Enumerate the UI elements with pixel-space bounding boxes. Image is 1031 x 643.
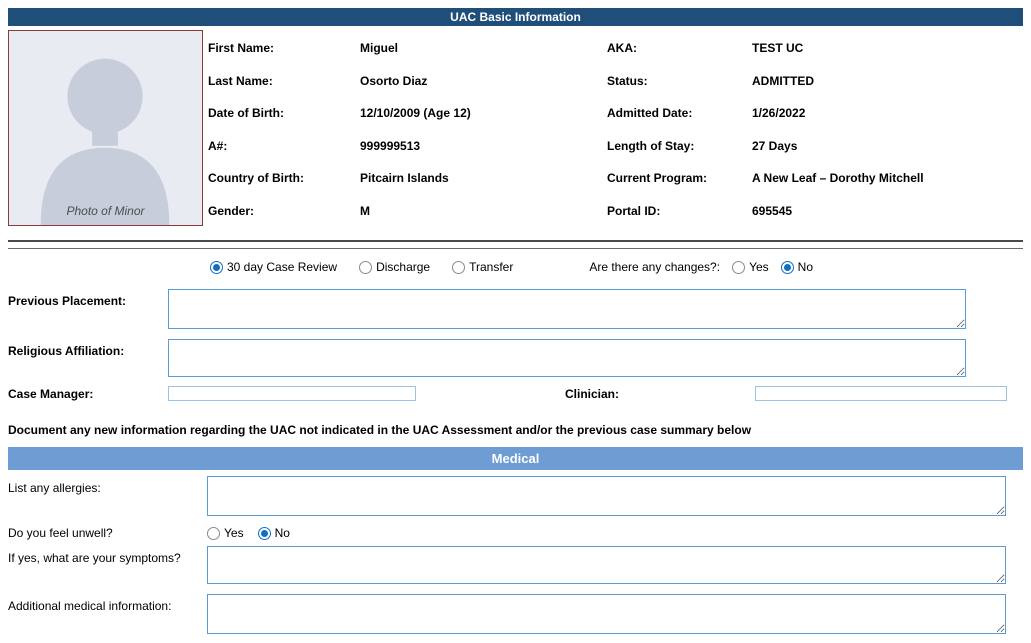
- date-of-birth-label: Date of Birth:: [208, 106, 360, 120]
- aka-label: AKA:: [607, 41, 752, 55]
- allergies-label: List any allergies:: [8, 476, 207, 495]
- gender-label: Gender:: [208, 204, 360, 218]
- field-a-number: A#: 999999513: [208, 130, 607, 163]
- radio-unwell-yes[interactable]: Yes: [207, 526, 244, 540]
- radio-unwell-yes-icon[interactable]: [207, 527, 220, 540]
- basic-info-section: Photo of Minor First Name: Miguel Last N…: [8, 30, 1023, 227]
- changes-question-label: Are there any changes?:: [589, 260, 720, 274]
- field-date-of-birth: Date of Birth: 12/10/2009 (Age 12): [208, 97, 607, 130]
- symptoms-row: If yes, what are your symptoms?: [8, 546, 1023, 584]
- length-of-stay-label: Length of Stay:: [607, 139, 752, 153]
- basic-info-fields: First Name: Miguel Last Name: Osorto Dia…: [203, 30, 1023, 227]
- radio-unwell-no-label: No: [275, 526, 290, 540]
- clinician-label: Clinician:: [565, 387, 755, 401]
- radio-changes-no[interactable]: No: [781, 260, 813, 274]
- symptoms-input[interactable]: [207, 546, 1006, 584]
- radio-changes-no-icon[interactable]: [781, 261, 794, 274]
- admitted-date-value: 1/26/2022: [752, 106, 805, 120]
- country-of-birth-label: Country of Birth:: [208, 171, 360, 185]
- portal-id-label: Portal ID:: [607, 204, 752, 218]
- field-status: Status: ADMITTED: [607, 65, 1023, 98]
- radio-changes-yes[interactable]: Yes: [732, 260, 769, 274]
- religious-affiliation-label: Religious Affiliation:: [8, 339, 168, 358]
- medical-section-header: Medical: [8, 447, 1023, 470]
- radio-transfer-label: Transfer: [469, 260, 513, 274]
- uac-case-review-page: UAC Basic Information Photo of Minor Fir…: [0, 0, 1031, 634]
- aka-value: TEST UC: [752, 41, 803, 55]
- basic-info-left-column: First Name: Miguel Last Name: Osorto Dia…: [208, 32, 607, 227]
- unwell-label: Do you feel unwell?: [8, 526, 207, 540]
- field-aka: AKA: TEST UC: [607, 32, 1023, 65]
- case-manager-input[interactable]: [168, 386, 416, 401]
- changes-question-group: Are there any changes?: Yes No: [589, 260, 813, 274]
- additional-medical-label: Additional medical information:: [8, 594, 207, 613]
- portal-id-value: 695545: [752, 204, 792, 218]
- status-label: Status:: [607, 74, 752, 88]
- minor-photo-placeholder: Photo of Minor: [8, 30, 203, 226]
- field-last-name: Last Name: Osorto Diaz: [208, 65, 607, 98]
- symptoms-label: If yes, what are your symptoms?: [8, 546, 207, 565]
- radio-30-day-case-review-icon[interactable]: [210, 261, 223, 274]
- radio-transfer-icon[interactable]: [452, 261, 465, 274]
- field-gender: Gender: M: [208, 195, 607, 228]
- last-name-label: Last Name:: [208, 74, 360, 88]
- admitted-date-label: Admitted Date:: [607, 106, 752, 120]
- field-portal-id: Portal ID: 695545: [607, 195, 1023, 228]
- photo-caption: Photo of Minor: [9, 204, 202, 218]
- basic-info-header: UAC Basic Information: [8, 8, 1023, 26]
- religious-affiliation-input[interactable]: [168, 339, 966, 377]
- previous-placement-input[interactable]: [168, 289, 966, 329]
- case-manager-clinician-row: Case Manager: Clinician:: [8, 386, 1023, 401]
- previous-placement-label: Previous Placement:: [8, 289, 168, 308]
- radio-discharge-icon[interactable]: [359, 261, 372, 274]
- radio-changes-yes-icon[interactable]: [732, 261, 745, 274]
- field-length-of-stay: Length of Stay: 27 Days: [607, 130, 1023, 163]
- additional-medical-row: Additional medical information:: [8, 594, 1023, 634]
- field-first-name: First Name: Miguel: [208, 32, 607, 65]
- status-value: ADMITTED: [752, 74, 814, 88]
- first-name-value: Miguel: [360, 41, 398, 55]
- radio-unwell-no-icon[interactable]: [258, 527, 271, 540]
- field-country-of-birth: Country of Birth: Pitcairn Islands: [208, 162, 607, 195]
- length-of-stay-value: 27 Days: [752, 139, 797, 153]
- review-type-options: 30 day Case Review Discharge Transfer: [210, 260, 513, 274]
- section-divider-bottom: [8, 248, 1023, 249]
- clinician-input[interactable]: [755, 386, 1007, 401]
- document-instruction-text: Document any new information regarding t…: [8, 423, 1023, 437]
- allergies-input[interactable]: [207, 476, 1006, 516]
- field-admitted-date: Admitted Date: 1/26/2022: [607, 97, 1023, 130]
- person-silhouette-icon: [9, 31, 202, 225]
- a-number-value: 999999513: [360, 139, 420, 153]
- country-of-birth-value: Pitcairn Islands: [360, 171, 449, 185]
- additional-medical-input[interactable]: [207, 594, 1006, 634]
- radio-30-day-case-review[interactable]: 30 day Case Review: [210, 260, 337, 274]
- last-name-value: Osorto Diaz: [360, 74, 427, 88]
- radio-discharge-label: Discharge: [376, 260, 430, 274]
- section-divider-top: [8, 240, 1023, 242]
- unwell-row: Do you feel unwell? Yes No: [8, 526, 1023, 540]
- basic-info-right-column: AKA: TEST UC Status: ADMITTED Admitted D…: [607, 32, 1023, 227]
- radio-transfer[interactable]: Transfer: [452, 260, 513, 274]
- radio-changes-no-label: No: [798, 260, 813, 274]
- a-number-label: A#:: [208, 139, 360, 153]
- first-name-label: First Name:: [208, 41, 360, 55]
- previous-placement-row: Previous Placement:: [8, 289, 1023, 329]
- current-program-label: Current Program:: [607, 171, 752, 185]
- field-current-program: Current Program: A New Leaf – Dorothy Mi…: [607, 162, 1023, 195]
- allergies-row: List any allergies:: [8, 476, 1023, 516]
- radio-discharge[interactable]: Discharge: [359, 260, 430, 274]
- current-program-value: A New Leaf – Dorothy Mitchell: [752, 171, 924, 185]
- date-of-birth-value: 12/10/2009 (Age 12): [360, 106, 471, 120]
- radio-changes-yes-label: Yes: [749, 260, 769, 274]
- radio-unwell-no[interactable]: No: [258, 526, 290, 540]
- religious-affiliation-row: Religious Affiliation:: [8, 339, 1023, 377]
- review-type-row: 30 day Case Review Discharge Transfer Ar…: [8, 260, 1023, 274]
- radio-30-day-case-review-label: 30 day Case Review: [227, 260, 337, 274]
- gender-value: M: [360, 204, 370, 218]
- case-manager-label: Case Manager:: [8, 387, 168, 401]
- radio-unwell-yes-label: Yes: [224, 526, 244, 540]
